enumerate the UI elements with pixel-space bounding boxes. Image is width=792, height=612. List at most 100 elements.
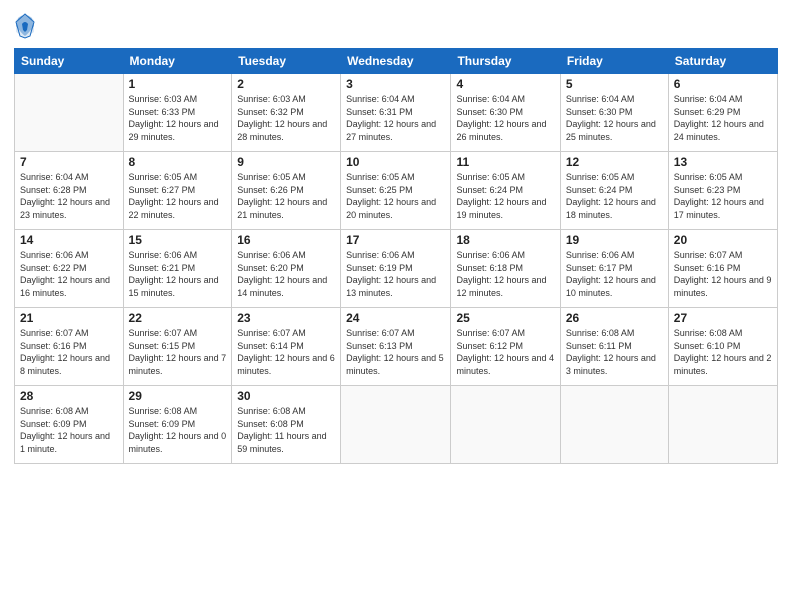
- cell-details: Sunrise: 6:06 AMSunset: 6:17 PMDaylight:…: [566, 249, 663, 299]
- header-day: Tuesday: [232, 49, 341, 74]
- calendar-week-row: 1 Sunrise: 6:03 AMSunset: 6:33 PMDaylight…: [15, 74, 778, 152]
- cell-details: Sunrise: 6:06 AMSunset: 6:19 PMDaylight:…: [346, 249, 445, 299]
- calendar-cell: 17 Sunrise: 6:06 AMSunset: 6:19 PMDayligh…: [341, 230, 451, 308]
- calendar-cell: 14 Sunrise: 6:06 AMSunset: 6:22 PMDayligh…: [15, 230, 124, 308]
- calendar-cell: [668, 386, 777, 464]
- calendar-cell: 10 Sunrise: 6:05 AMSunset: 6:25 PMDayligh…: [341, 152, 451, 230]
- day-number: 5: [566, 77, 663, 91]
- header-day: Thursday: [451, 49, 560, 74]
- day-number: 29: [129, 389, 227, 403]
- calendar-header: SundayMondayTuesdayWednesdayThursdayFrid…: [15, 49, 778, 74]
- calendar-cell: 18Sunrise: 6:06 AMSunset: 6:18 PMDayligh…: [451, 230, 560, 308]
- day-number: 2: [237, 77, 335, 91]
- day-number: 18: [456, 233, 554, 247]
- day-number: 6: [674, 77, 772, 91]
- calendar-cell: [560, 386, 668, 464]
- calendar-cell: 22 Sunrise: 6:07 AMSunset: 6:15 PMDayligh…: [123, 308, 232, 386]
- day-number: 25: [456, 311, 554, 325]
- cell-details: Sunrise: 6:03 AMSunset: 6:32 PMDaylight:…: [237, 93, 335, 143]
- day-number: 16: [237, 233, 335, 247]
- calendar-cell: 3 Sunrise: 6:04 AMSunset: 6:31 PMDaylight…: [341, 74, 451, 152]
- cell-details: Sunrise: 6:08 AMSunset: 6:08 PMDaylight:…: [237, 405, 335, 455]
- day-number: 28: [20, 389, 118, 403]
- cell-details: Sunrise: 6:04 AMSunset: 6:30 PMDaylight:…: [456, 93, 554, 143]
- calendar-week-row: 14 Sunrise: 6:06 AMSunset: 6:22 PMDayligh…: [15, 230, 778, 308]
- header-day: Saturday: [668, 49, 777, 74]
- calendar-cell: 23 Sunrise: 6:07 AMSunset: 6:14 PMDayligh…: [232, 308, 341, 386]
- calendar-cell: 2 Sunrise: 6:03 AMSunset: 6:32 PMDaylight…: [232, 74, 341, 152]
- calendar-cell: [451, 386, 560, 464]
- calendar-cell: 1 Sunrise: 6:03 AMSunset: 6:33 PMDaylight…: [123, 74, 232, 152]
- day-number: 21: [20, 311, 118, 325]
- cell-details: Sunrise: 6:07 AMSunset: 6:16 PMDaylight:…: [674, 249, 772, 299]
- calendar-cell: 11Sunrise: 6:05 AMSunset: 6:24 PMDayligh…: [451, 152, 560, 230]
- calendar-cell: 5Sunrise: 6:04 AMSunset: 6:30 PMDaylight…: [560, 74, 668, 152]
- cell-details: Sunrise: 6:04 AMSunset: 6:29 PMDaylight:…: [674, 93, 772, 143]
- calendar-cell: 20 Sunrise: 6:07 AMSunset: 6:16 PMDayligh…: [668, 230, 777, 308]
- cell-details: Sunrise: 6:06 AMSunset: 6:21 PMDaylight:…: [129, 249, 227, 299]
- header: [14, 10, 778, 40]
- day-number: 22: [129, 311, 227, 325]
- header-day: Wednesday: [341, 49, 451, 74]
- cell-details: Sunrise: 6:08 AMSunset: 6:09 PMDaylight:…: [20, 405, 118, 455]
- day-number: 17: [346, 233, 445, 247]
- calendar-week-row: 7Sunrise: 6:04 AMSunset: 6:28 PMDaylight…: [15, 152, 778, 230]
- calendar-cell: [15, 74, 124, 152]
- logo: [14, 14, 38, 40]
- calendar-cell: 19 Sunrise: 6:06 AMSunset: 6:17 PMDayligh…: [560, 230, 668, 308]
- cell-details: Sunrise: 6:03 AMSunset: 6:33 PMDaylight:…: [129, 93, 227, 143]
- day-number: 20: [674, 233, 772, 247]
- cell-details: Sunrise: 6:05 AMSunset: 6:26 PMDaylight:…: [237, 171, 335, 221]
- day-number: 1: [129, 77, 227, 91]
- day-number: 23: [237, 311, 335, 325]
- day-number: 26: [566, 311, 663, 325]
- cell-details: Sunrise: 6:08 AMSunset: 6:10 PMDaylight:…: [674, 327, 772, 377]
- day-number: 15: [129, 233, 227, 247]
- day-number: 10: [346, 155, 445, 169]
- day-number: 14: [20, 233, 118, 247]
- day-number: 11: [456, 155, 554, 169]
- calendar-cell: [341, 386, 451, 464]
- calendar-body: 1 Sunrise: 6:03 AMSunset: 6:33 PMDaylight…: [15, 74, 778, 464]
- calendar-week-row: 21Sunrise: 6:07 AMSunset: 6:16 PMDayligh…: [15, 308, 778, 386]
- day-number: 30: [237, 389, 335, 403]
- cell-details: Sunrise: 6:04 AMSunset: 6:31 PMDaylight:…: [346, 93, 445, 143]
- calendar-cell: 16 Sunrise: 6:06 AMSunset: 6:20 PMDayligh…: [232, 230, 341, 308]
- calendar-cell: 30 Sunrise: 6:08 AMSunset: 6:08 PMDayligh…: [232, 386, 341, 464]
- calendar-cell: 28 Sunrise: 6:08 AMSunset: 6:09 PMDayligh…: [15, 386, 124, 464]
- calendar-cell: 21Sunrise: 6:07 AMSunset: 6:16 PMDayligh…: [15, 308, 124, 386]
- calendar-cell: 9 Sunrise: 6:05 AMSunset: 6:26 PMDaylight…: [232, 152, 341, 230]
- calendar-week-row: 28 Sunrise: 6:08 AMSunset: 6:09 PMDayligh…: [15, 386, 778, 464]
- day-number: 9: [237, 155, 335, 169]
- cell-details: Sunrise: 6:05 AMSunset: 6:27 PMDaylight:…: [129, 171, 227, 221]
- header-row: SundayMondayTuesdayWednesdayThursdayFrid…: [15, 49, 778, 74]
- day-number: 19: [566, 233, 663, 247]
- calendar-cell: 24Sunrise: 6:07 AMSunset: 6:13 PMDayligh…: [341, 308, 451, 386]
- header-day: Sunday: [15, 49, 124, 74]
- calendar-cell: 26 Sunrise: 6:08 AMSunset: 6:11 PMDayligh…: [560, 308, 668, 386]
- cell-details: Sunrise: 6:06 AMSunset: 6:20 PMDaylight:…: [237, 249, 335, 299]
- cell-details: Sunrise: 6:08 AMSunset: 6:09 PMDaylight:…: [129, 405, 227, 455]
- cell-details: Sunrise: 6:06 AMSunset: 6:22 PMDaylight:…: [20, 249, 118, 299]
- calendar-cell: 6 Sunrise: 6:04 AMSunset: 6:29 PMDaylight…: [668, 74, 777, 152]
- logo-icon: [14, 12, 36, 40]
- calendar-cell: 4 Sunrise: 6:04 AMSunset: 6:30 PMDaylight…: [451, 74, 560, 152]
- calendar-cell: 29 Sunrise: 6:08 AMSunset: 6:09 PMDayligh…: [123, 386, 232, 464]
- cell-details: Sunrise: 6:05 AMSunset: 6:25 PMDaylight:…: [346, 171, 445, 221]
- cell-details: Sunrise: 6:08 AMSunset: 6:11 PMDaylight:…: [566, 327, 663, 377]
- calendar-cell: 15 Sunrise: 6:06 AMSunset: 6:21 PMDayligh…: [123, 230, 232, 308]
- cell-details: Sunrise: 6:07 AMSunset: 6:15 PMDaylight:…: [129, 327, 227, 377]
- calendar-cell: 12Sunrise: 6:05 AMSunset: 6:24 PMDayligh…: [560, 152, 668, 230]
- day-number: 4: [456, 77, 554, 91]
- day-number: 12: [566, 155, 663, 169]
- cell-details: Sunrise: 6:07 AMSunset: 6:14 PMDaylight:…: [237, 327, 335, 377]
- header-day: Monday: [123, 49, 232, 74]
- calendar-cell: 8 Sunrise: 6:05 AMSunset: 6:27 PMDaylight…: [123, 152, 232, 230]
- calendar-cell: 27Sunrise: 6:08 AMSunset: 6:10 PMDayligh…: [668, 308, 777, 386]
- cell-details: Sunrise: 6:07 AMSunset: 6:12 PMDaylight:…: [456, 327, 554, 377]
- day-number: 24: [346, 311, 445, 325]
- day-number: 3: [346, 77, 445, 91]
- day-number: 8: [129, 155, 227, 169]
- header-day: Friday: [560, 49, 668, 74]
- cell-details: Sunrise: 6:05 AMSunset: 6:23 PMDaylight:…: [674, 171, 772, 221]
